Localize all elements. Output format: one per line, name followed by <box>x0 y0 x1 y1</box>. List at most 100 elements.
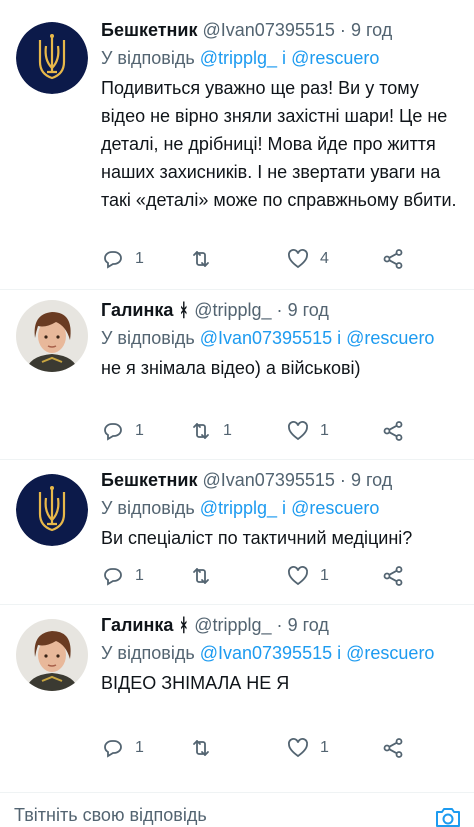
profile-photo-icon <box>16 300 88 372</box>
mention-link[interactable]: @rescuero <box>291 48 379 68</box>
separator: · <box>339 470 346 490</box>
trident-icon <box>16 22 88 94</box>
reply-prefix: У відповідь <box>101 328 195 348</box>
avatar-portrait[interactable] <box>16 619 88 691</box>
reply-icon <box>104 251 122 269</box>
mention-link[interactable]: @rescuero <box>346 328 434 348</box>
retweet-icon <box>193 423 209 439</box>
tweet[interactable]: Галинка ᚼ @tripplg_ · 9 год У відповідь … <box>0 290 474 460</box>
retweet-count: 1 <box>223 422 232 439</box>
author-name[interactable]: Галинка <box>101 300 173 320</box>
like-count: 1 <box>320 422 329 439</box>
share-button[interactable] <box>381 564 405 588</box>
share-button[interactable] <box>381 247 405 271</box>
mention-link[interactable]: @tripplg_ <box>200 48 277 68</box>
reply-button[interactable]: 1 <box>101 736 149 760</box>
tweet-actions: 1 1 1 <box>101 416 421 446</box>
separator: · <box>276 300 283 320</box>
name-badge: ᚼ <box>178 300 190 320</box>
avatar-portrait[interactable] <box>16 300 88 372</box>
tweet-actions: 1 1 <box>101 561 421 591</box>
mention-link[interactable]: @tripplg_ <box>200 498 277 518</box>
mention-conj: і <box>282 48 287 68</box>
retweet-button[interactable] <box>189 736 237 760</box>
mention-link[interactable]: @rescuero <box>291 498 379 518</box>
author-name[interactable]: Галинка <box>101 615 173 635</box>
reply-compose-bar: Твітніть свою відповідь <box>0 792 474 827</box>
reply-prefix: У відповідь <box>101 643 195 663</box>
profile-photo-icon <box>16 619 88 691</box>
author-name[interactable]: Бешкетник <box>101 20 198 40</box>
heart-icon <box>288 566 308 586</box>
like-button[interactable]: 4 <box>286 247 334 271</box>
avatar-emblem[interactable] <box>16 474 88 546</box>
mention-conj: і <box>337 643 342 663</box>
timestamp[interactable]: 9 год <box>288 300 329 320</box>
heart-icon <box>288 738 308 758</box>
trident-icon <box>16 474 88 546</box>
tweet-text: не я знімала відео) а військові) <box>101 358 361 378</box>
retweet-icon <box>193 740 209 756</box>
tweet[interactable]: Галинка ᚼ @tripplg_ · 9 год У відповідь … <box>0 605 474 792</box>
separator: · <box>276 615 283 635</box>
camera-icon <box>436 808 460 827</box>
retweet-button[interactable] <box>189 247 237 271</box>
like-count: 4 <box>320 250 329 267</box>
reply-icon <box>104 568 122 586</box>
reply-prefix: У відповідь <box>101 498 195 518</box>
reply-button[interactable]: 1 <box>101 419 149 443</box>
share-icon <box>383 421 403 441</box>
timestamp[interactable]: 9 год <box>288 615 329 635</box>
tweet-text: ВІДЕО ЗНІМАЛА НЕ Я <box>101 673 290 693</box>
share-icon <box>383 249 403 269</box>
timestamp[interactable]: 9 год <box>351 20 392 40</box>
author-handle[interactable]: @tripplg_ <box>194 300 271 320</box>
tweet[interactable]: Бешкетник @Ivan07395515 · 9 год У відпов… <box>0 0 474 290</box>
separator: · <box>339 20 346 40</box>
reply-count: 1 <box>135 739 144 756</box>
tweet-text: Ви спеціаліст по тактичний медіцині? <box>101 528 413 548</box>
author-handle[interactable]: @tripplg_ <box>194 615 271 635</box>
author-handle[interactable]: @Ivan07395515 <box>203 20 335 40</box>
tweet-actions: 1 1 <box>101 733 421 763</box>
avatar-emblem[interactable] <box>16 22 88 94</box>
mention-link[interactable]: @rescuero <box>346 643 434 663</box>
mention-link[interactable]: @Ivan07395515 <box>200 328 332 348</box>
mention-conj: і <box>337 328 342 348</box>
retweet-icon <box>193 568 209 584</box>
reply-icon <box>104 423 122 441</box>
like-button[interactable]: 1 <box>286 564 334 588</box>
mention-conj: і <box>282 498 287 518</box>
heart-icon <box>288 249 308 269</box>
camera-button[interactable] <box>434 805 462 827</box>
timestamp[interactable]: 9 год <box>351 470 392 490</box>
reply-count: 1 <box>135 567 144 584</box>
share-icon <box>383 738 403 758</box>
tweet-actions: 1 4 <box>101 244 421 274</box>
reply-input[interactable]: Твітніть свою відповідь <box>14 805 207 826</box>
retweet-icon <box>193 251 209 267</box>
reply-count: 1 <box>135 422 144 439</box>
retweet-button[interactable]: 1 <box>189 419 237 443</box>
reply-context: У відповідь @Ivan07395515 і @rescuero <box>101 639 462 667</box>
like-count: 1 <box>320 567 329 584</box>
like-button[interactable]: 1 <box>286 736 334 760</box>
reply-context: У відповідь @tripplg_ і @rescuero <box>101 494 462 522</box>
reply-count: 1 <box>135 250 144 267</box>
tweet-text: Подивиться уважно ще раз! Ви у тому віде… <box>101 78 457 210</box>
like-button[interactable]: 1 <box>286 419 334 443</box>
reply-button[interactable]: 1 <box>101 247 149 271</box>
like-count: 1 <box>320 739 329 756</box>
reply-button[interactable]: 1 <box>101 564 149 588</box>
share-button[interactable] <box>381 736 405 760</box>
reply-prefix: У відповідь <box>101 48 195 68</box>
retweet-button[interactable] <box>189 564 237 588</box>
tweet[interactable]: Бешкетник @Ivan07395515 · 9 год У відпов… <box>0 460 474 605</box>
heart-icon <box>288 421 308 441</box>
share-icon <box>383 566 403 586</box>
mention-link[interactable]: @Ivan07395515 <box>200 643 332 663</box>
share-button[interactable] <box>381 419 405 443</box>
reply-context: У відповідь @Ivan07395515 і @rescuero <box>101 324 462 352</box>
author-handle[interactable]: @Ivan07395515 <box>203 470 335 490</box>
author-name[interactable]: Бешкетник <box>101 470 198 490</box>
